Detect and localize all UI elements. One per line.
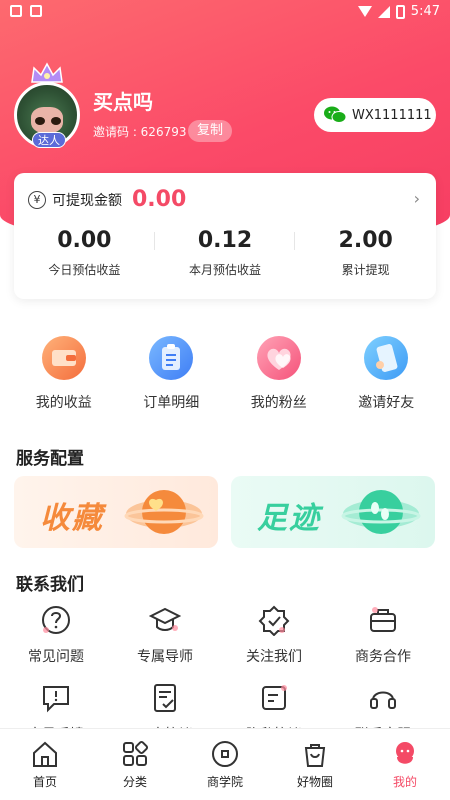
username: 买点吗 — [93, 90, 153, 114]
gallery-notification-icon — [10, 5, 22, 17]
stat-month: 0.12 本月预估收益 — [155, 228, 296, 278]
document-check-icon — [154, 684, 176, 712]
contact-label: 专属导师 — [137, 649, 193, 665]
tab-label: 商学院 — [206, 775, 243, 789]
profile-icon — [396, 742, 414, 764]
battery-icon — [395, 4, 405, 19]
quick-label: 我的收益 — [35, 395, 92, 411]
chevron-right-icon[interactable]: › — [414, 189, 420, 208]
quick-order-details[interactable]: 订单明细 — [121, 336, 221, 412]
hearts-icon — [256, 336, 301, 380]
contact-faq[interactable]: 常见问题 — [3, 604, 109, 682]
quick-label: 订单明细 — [143, 395, 200, 411]
home-icon — [33, 741, 57, 767]
app-notification-icon — [30, 5, 42, 17]
service-section-title: 服务配置 — [16, 449, 84, 469]
stat-label: 今日预估收益 — [48, 263, 121, 277]
contact-mentor[interactable]: 专属导师 — [112, 604, 218, 682]
document-edit-icon — [262, 685, 287, 710]
wifi-icon — [357, 6, 372, 17]
invite-code: 邀请码 : 626793 — [93, 125, 187, 139]
quick-invite-friends[interactable]: 邀请好友 — [336, 336, 436, 412]
stat-today: 0.00 今日预估收益 — [14, 228, 155, 278]
quick-label: 我的粉丝 — [250, 395, 307, 411]
stat-value: 0.00 — [57, 228, 112, 253]
contact-label: 商务合作 — [355, 649, 411, 665]
stat-value: 0.12 — [197, 228, 253, 253]
withdrawable-label: 可提现金额 — [52, 192, 122, 209]
wechat-id-button[interactable]: WX1111111 — [314, 98, 436, 132]
phone-invite-icon — [364, 336, 409, 380]
contact-business[interactable]: 商务合作 — [330, 604, 436, 682]
tab-label: 分类 — [122, 775, 147, 789]
clipboard-icon — [149, 336, 194, 380]
footprints-card[interactable]: 足迹 — [231, 476, 435, 548]
briefcase-icon — [370, 607, 396, 632]
question-icon — [42, 606, 70, 634]
wallet-icon — [41, 336, 86, 380]
verified-icon — [258, 605, 290, 636]
signal-icon — [377, 5, 390, 18]
school-icon — [212, 741, 238, 767]
wechat-icon — [324, 106, 346, 123]
tab-school[interactable]: 商学院 — [180, 729, 270, 800]
quick-label: 邀请好友 — [358, 395, 415, 411]
footprints-planet-icon — [341, 490, 421, 534]
favorites-label: 收藏 — [40, 501, 104, 536]
bottom-tab-bar: 首页 分类 商学院 好物圈 我的 — [0, 728, 450, 800]
contact-label: 常见问题 — [28, 649, 84, 665]
favorites-card[interactable]: 收藏 — [14, 476, 218, 548]
wechat-id-text: WX1111111 — [352, 107, 432, 123]
withdrawable-row[interactable]: ¥ 可提现金额 0.00 — [28, 187, 186, 212]
bag-icon — [304, 744, 326, 767]
stat-label: 本月预估收益 — [189, 263, 262, 277]
status-bar: 5:47 — [0, 0, 450, 24]
contact-section-title: 联系我们 — [16, 575, 84, 595]
contact-follow-us[interactable]: 关注我们 — [221, 604, 327, 682]
quick-my-earnings[interactable]: 我的收益 — [14, 336, 114, 412]
stat-label: 累计提现 — [341, 263, 390, 277]
graduation-cap-icon — [149, 607, 181, 631]
copy-invite-button[interactable]: 复制 — [188, 120, 232, 142]
tab-label: 我的 — [392, 775, 417, 789]
quick-my-fans[interactable]: 我的粉丝 — [229, 336, 329, 412]
favorites-planet-icon — [124, 490, 204, 534]
footprints-label: 足迹 — [257, 501, 321, 536]
withdrawable-amount: 0.00 — [132, 187, 187, 212]
yen-icon: ¥ — [28, 190, 46, 209]
tab-home[interactable]: 首页 — [0, 729, 90, 800]
category-icon — [123, 740, 149, 766]
quick-actions: 我的收益 订单明细 我的粉丝 邀请好友 — [0, 336, 450, 412]
tab-good-circle[interactable]: 好物圈 — [270, 729, 360, 800]
avatar[interactable]: 达人 — [14, 62, 80, 148]
tab-label: 好物圈 — [296, 775, 333, 789]
stat-total-withdrawn: 2.00 累计提现 — [295, 228, 436, 278]
daren-badge: 达人 — [32, 132, 66, 148]
status-time: 5:47 — [410, 4, 440, 19]
headset-icon — [370, 691, 396, 709]
contact-label: 关注我们 — [246, 649, 302, 665]
tab-mine[interactable]: 我的 — [360, 729, 450, 800]
stat-value: 2.00 — [338, 228, 393, 253]
tab-category[interactable]: 分类 — [90, 729, 180, 800]
feedback-icon — [43, 686, 69, 713]
earnings-card: ¥ 可提现金额 0.00 › 0.00 今日预估收益 0.12 本月预估收益 2… — [14, 173, 436, 299]
tab-label: 首页 — [32, 775, 57, 789]
